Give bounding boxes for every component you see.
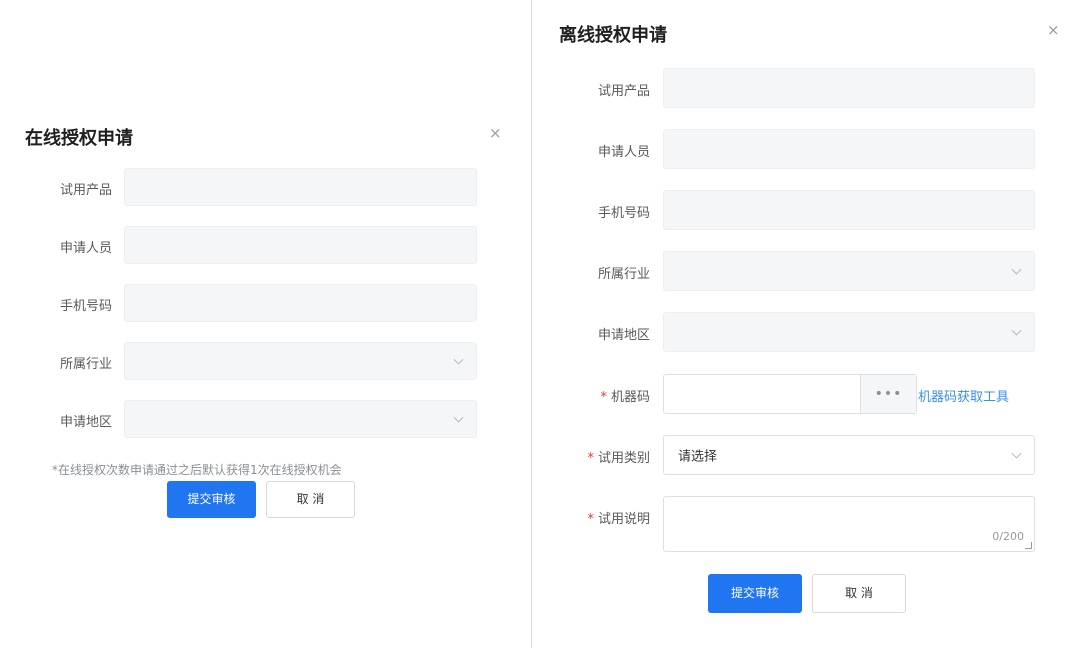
offline-authorization-dialog: 离线授权申请 × 试用产品 申请人员 手机号码 所属行业 申请地区 * 机器码 •… (531, 0, 1080, 648)
form-row-industry: 所属行业 (532, 251, 1080, 291)
form-row-region: 申请地区 (532, 312, 1080, 352)
field-label: 申请地区 (597, 328, 650, 343)
phone-input[interactable] (663, 190, 1035, 230)
close-icon[interactable]: × (1047, 23, 1060, 38)
form-row-industry: 所属行业 (0, 342, 520, 380)
form-row-phone: 手机号码 (532, 190, 1080, 230)
region-select[interactable] (124, 400, 477, 438)
field-label: * 试用类别 (552, 447, 650, 466)
resize-handle-icon[interactable] (1025, 542, 1032, 549)
chevron-down-icon (1011, 325, 1022, 336)
applicant-input[interactable] (124, 226, 477, 264)
chevron-down-icon (453, 412, 464, 423)
character-counter: 0/200 (992, 530, 1024, 543)
field-label: 手机号码 (59, 299, 112, 314)
machine-code-tool-link[interactable]: 机器码获取工具 (918, 386, 1009, 405)
form-row-trial-description: * 试用说明 0/200 (532, 496, 1080, 552)
industry-select[interactable] (663, 251, 1035, 291)
machine-code-input[interactable]: ••• (663, 374, 917, 414)
form-row-region: 申请地区 (0, 400, 520, 438)
field-label: * 机器码 (552, 386, 650, 405)
required-mark: * (587, 451, 594, 466)
field-label: 申请人员 (59, 241, 112, 256)
field-label-text: 试用说明 (597, 512, 650, 527)
field-label: * 试用说明 (552, 508, 650, 527)
submit-button[interactable]: 提交审核 (167, 481, 256, 518)
form-row-phone: 手机号码 (0, 284, 520, 322)
form-row-applicant: 申请人员 (0, 226, 520, 264)
chevron-down-icon (1011, 448, 1022, 459)
applicant-input[interactable] (663, 129, 1035, 169)
field-label-text: 试用类别 (597, 451, 650, 466)
submit-button[interactable]: 提交审核 (708, 574, 802, 613)
region-select[interactable] (663, 312, 1035, 352)
field-label: 手机号码 (597, 206, 650, 221)
required-mark: * (600, 390, 607, 405)
trial-product-input[interactable] (663, 68, 1035, 108)
cancel-button[interactable]: 取 消 (812, 574, 906, 613)
field-label: 所属行业 (59, 357, 112, 372)
cancel-button[interactable]: 取 消 (266, 481, 355, 518)
field-label-text: 机器码 (610, 390, 650, 405)
chevron-down-icon (453, 354, 464, 365)
more-icon[interactable]: ••• (860, 375, 916, 413)
trial-description-textarea[interactable]: 0/200 (663, 496, 1035, 552)
trial-type-select[interactable]: 请选择 (663, 435, 1035, 475)
trial-product-input[interactable] (124, 168, 477, 206)
industry-select[interactable] (124, 342, 477, 380)
form-row-trial-product: 试用产品 (532, 68, 1080, 108)
field-label: 试用产品 (59, 183, 112, 198)
dialog-title: 离线授权申请 (559, 25, 667, 46)
form-row-trial-product: 试用产品 (0, 168, 520, 206)
field-label: 申请人员 (597, 145, 650, 160)
close-icon[interactable]: × (489, 126, 502, 141)
field-value: 请选择 (678, 449, 718, 465)
form-row-applicant: 申请人员 (532, 129, 1080, 169)
online-authorization-dialog: 在线授权申请 × 试用产品 申请人员 手机号码 所属行业 申请地区 *在线授权次… (0, 100, 520, 570)
phone-input[interactable] (124, 284, 477, 322)
dialog-title: 在线授权申请 (25, 128, 133, 149)
online-authorization-note: *在线授权次数申请通过之后默认获得1次在线授权机会 (52, 463, 342, 477)
chevron-down-icon (1011, 264, 1022, 275)
field-label: 试用产品 (597, 84, 650, 99)
form-row-trial-type: * 试用类别 请选择 (532, 435, 1080, 475)
field-label: 申请地区 (59, 415, 112, 430)
field-label: 所属行业 (597, 267, 650, 282)
form-row-machine-code: * 机器码 ••• 机器码获取工具 (532, 374, 1080, 414)
required-mark: * (587, 512, 594, 527)
